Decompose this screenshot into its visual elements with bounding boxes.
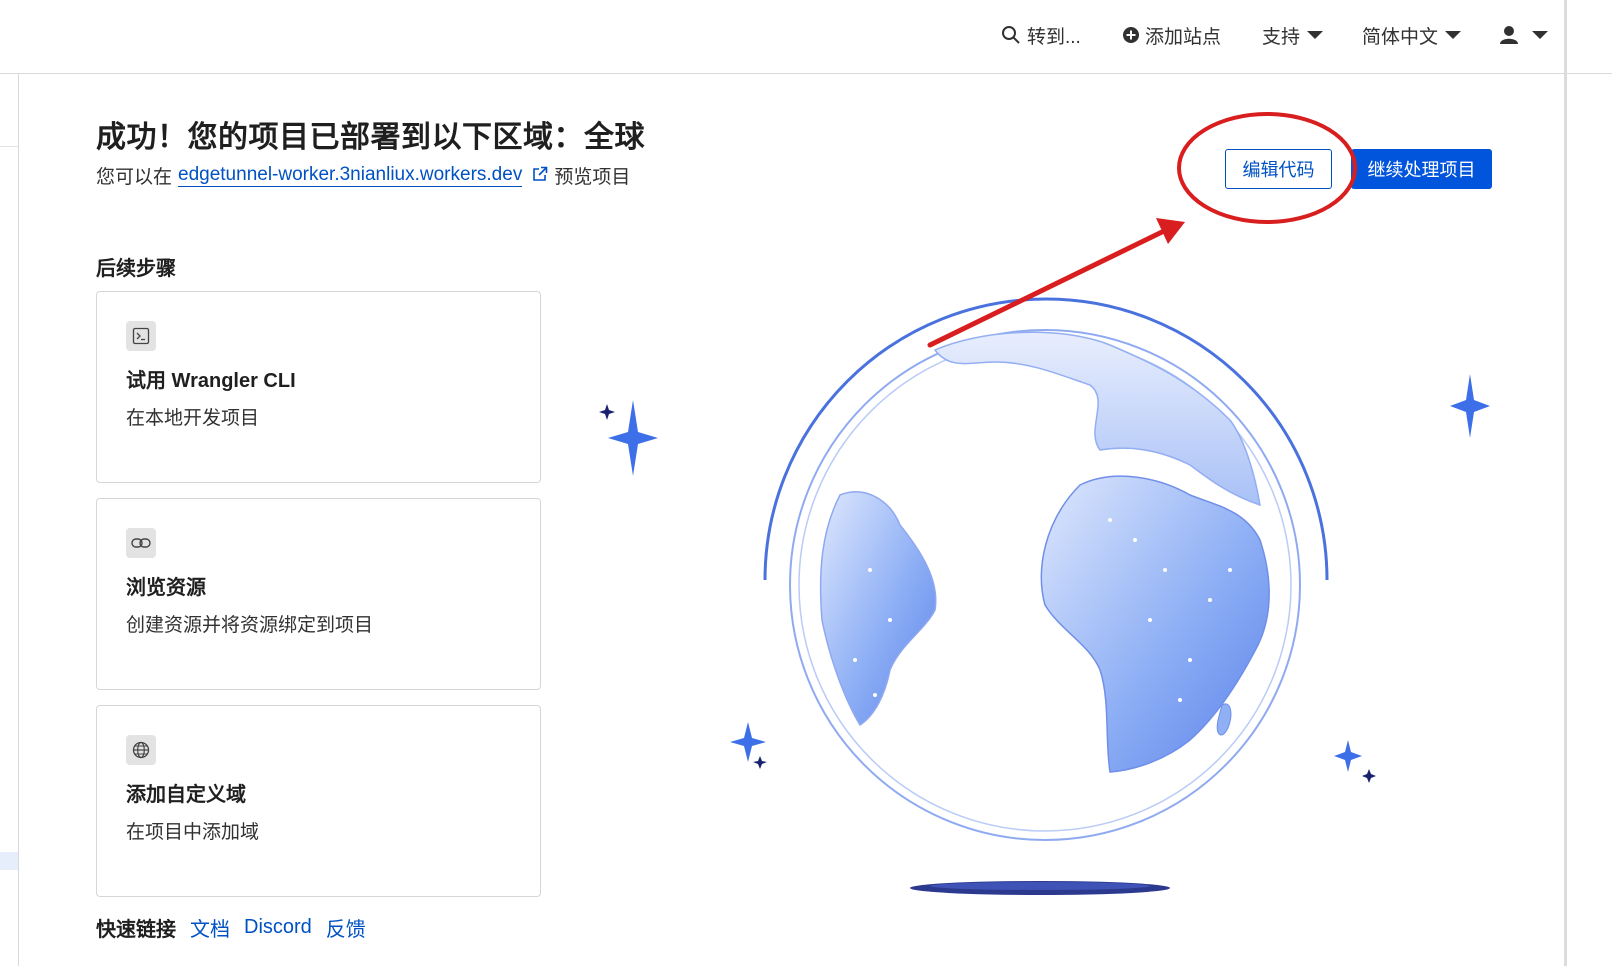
rail-divider [0, 146, 18, 147]
card-custom-domain[interactable]: 添加自定义域 在项目中添加域 [96, 705, 541, 897]
search-button[interactable]: 转到... [1001, 22, 1081, 48]
language-label: 简体中文 [1362, 26, 1439, 48]
globe-illustration [599, 112, 1490, 895]
card-description: 在项目中添加域 [126, 822, 260, 843]
user-menu[interactable] [1499, 22, 1548, 48]
card-description: 在本地开发项目 [126, 408, 260, 429]
top-navigation: 转到... 添加站点 支持 简体中文 [0, 0, 1612, 74]
add-site-label: 添加站点 [1145, 26, 1222, 48]
preview-line: 您可以在 edgetunnel-worker.3nianliux.workers… [96, 162, 630, 189]
card-browse-resources[interactable]: 浏览资源 创建资源并将资源绑定到项目 [96, 498, 541, 690]
chevron-down-icon [1307, 31, 1324, 39]
search-label: 转到... [1027, 26, 1081, 48]
card-wrangler-cli[interactable]: 试用 Wrangler CLI 在本地开发项目 [96, 291, 541, 483]
card-description: 创建资源并将资源绑定到项目 [126, 615, 374, 636]
card-title: 添加自定义域 [126, 784, 246, 806]
language-menu[interactable]: 简体中文 [1362, 22, 1462, 48]
terminal-icon [126, 321, 156, 351]
docs-link[interactable]: 文档 [190, 913, 230, 942]
support-label: 支持 [1262, 26, 1301, 48]
rail-selected-item[interactable] [0, 852, 18, 870]
next-steps-title: 后续步骤 [96, 258, 176, 280]
support-menu[interactable]: 支持 [1262, 22, 1324, 48]
card-title: 试用 Wrangler CLI [126, 370, 296, 392]
card-title: 浏览资源 [126, 577, 206, 599]
quick-links: 快速链接 文档 Discord 反馈 [96, 913, 366, 942]
search-icon [1002, 26, 1020, 44]
external-link-icon[interactable] [532, 166, 548, 182]
annotation-arrow [927, 218, 1185, 348]
chevron-down-icon [1445, 31, 1462, 39]
scrollbar[interactable] [1564, 0, 1567, 966]
discord-link[interactable]: Discord [244, 916, 312, 939]
preview-prefix: 您可以在 [96, 167, 173, 188]
chevron-down-icon [1532, 31, 1548, 39]
feedback-link[interactable]: 反馈 [326, 913, 366, 942]
globe-icon [126, 735, 156, 765]
quick-links-title: 快速链接 [96, 919, 176, 941]
page-title: 成功！您的项目已部署到以下区域：全球 [96, 121, 645, 154]
user-icon [1500, 26, 1518, 44]
sidebar-rail[interactable] [0, 74, 19, 966]
plus-circle-icon [1123, 27, 1139, 43]
annotation-circle [1177, 112, 1357, 224]
add-site-button[interactable]: 添加站点 [1122, 22, 1221, 48]
link-icon [126, 528, 156, 558]
preview-link[interactable]: edgetunnel-worker.3nianliux.workers.dev [178, 164, 523, 187]
